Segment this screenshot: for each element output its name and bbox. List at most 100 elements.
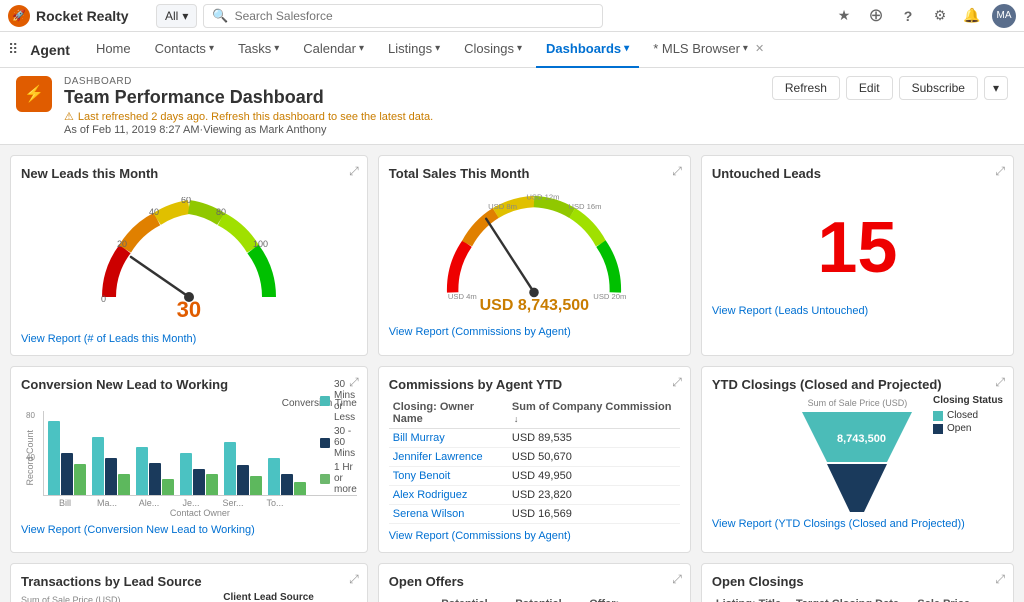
commission-name-bill[interactable]: Bill Murray [389, 429, 508, 448]
ytd-legend-open: Open [947, 423, 971, 434]
commission-value-alex: USD 23,820 [508, 486, 680, 505]
dashboard-info: As of Feb 11, 2019 8:27 AM·Viewing as Ma… [64, 124, 433, 136]
bar-bill-dark [61, 453, 73, 495]
svg-text:20: 20 [117, 239, 127, 249]
dashboard-actions: Refresh Edit Subscribe ▾ [772, 76, 1008, 100]
commissions-title: Commissions by Agent YTD [389, 377, 680, 392]
ytd-closings-expand-icon[interactable]: ⤢ [995, 375, 1005, 390]
commission-name-jennifer[interactable]: Jennifer Lawrence [389, 448, 508, 467]
transactions-expand-icon[interactable]: ⤢ [349, 572, 359, 587]
conversion-link[interactable]: View Report (Conversion New Lead to Work… [21, 524, 357, 536]
transactions-legend-title: Client Lead Source [223, 592, 357, 602]
tab-dashboards[interactable]: Dashboards ▾ [536, 32, 639, 68]
widget-transactions: Transactions by Lead Source ⤢ Sum of Sal… [10, 563, 368, 602]
open-offers-title: Open Offers [389, 574, 680, 589]
commissions-expand-icon[interactable]: ⤢ [672, 375, 682, 390]
widget-conversion: Conversion New Lead to Working ⤢ Record … [10, 366, 368, 553]
closings-col-price: Sale Price [913, 595, 1003, 602]
new-leads-expand-icon[interactable]: ⤢ [349, 164, 359, 179]
ytd-y-label: Sum of Sale Price (USD) [808, 398, 908, 408]
commission-value-bill: USD 89,535 [508, 429, 680, 448]
tab-calendar[interactable]: Calendar ▾ [293, 32, 374, 68]
table-row: Jennifer Lawrence USD 50,670 [389, 448, 680, 467]
dashboards-chevron-icon: ▾ [624, 43, 629, 54]
search-icon: 🔍 [212, 8, 228, 24]
new-leads-link[interactable]: View Report (# of Leads this Month) [21, 333, 357, 345]
closings-col-date: Target Closing Date [792, 595, 913, 602]
commission-name-alex[interactable]: Alex Rodriguez [389, 486, 508, 505]
svg-text:USD 4m: USD 4m [448, 292, 477, 301]
legend-dot-teal [320, 396, 330, 406]
ytd-legend-closed-dot [933, 411, 943, 421]
dashboard-header: ⚡ DASHBOARD Team Performance Dashboard ⚠… [0, 68, 1024, 145]
ytd-legend-title: Closing Status [933, 395, 1003, 406]
logo-icon: 🚀 [8, 5, 30, 27]
commission-value-serena: USD 16,569 [508, 505, 680, 524]
untouched-leads-expand-icon[interactable]: ⤢ [995, 164, 1005, 179]
listings-chevron-icon: ▾ [435, 43, 440, 54]
commission-value-tony: USD 49,950 [508, 467, 680, 486]
table-row: Alex Rodriguez USD 23,820 [389, 486, 680, 505]
ytd-closings-link[interactable]: View Report (YTD Closings (Closed and Pr… [712, 518, 1003, 530]
commissions-link[interactable]: View Report (Commissions by Agent) [389, 530, 680, 542]
warning-icon: ⚠ [64, 110, 74, 123]
conversion-title: Conversion New Lead to Working [21, 377, 357, 392]
tab-closings[interactable]: Closings ▾ [454, 32, 532, 68]
add-icon[interactable]: ⊕ [864, 4, 888, 28]
tab-tasks[interactable]: Tasks ▾ [228, 32, 289, 68]
total-sales-expand-icon[interactable]: ⤢ [672, 164, 682, 179]
subscribe-button[interactable]: Subscribe [899, 76, 978, 100]
commissions-col-name: Closing: Owner Name [389, 398, 508, 429]
commission-name-tony[interactable]: Tony Benoit [389, 467, 508, 486]
table-row: Serena Wilson USD 16,569 [389, 505, 680, 524]
closings-chevron-icon: ▾ [517, 43, 522, 54]
bar-group-ale [136, 447, 174, 495]
offers-col-closing: Closi... [636, 595, 680, 602]
table-row: Tony Benoit USD 49,950 [389, 467, 680, 486]
new-leads-gauge: 0 20 40 60 80 100 30 [21, 187, 357, 327]
tab-close-icon[interactable]: ✕ [755, 42, 764, 55]
open-offers-expand-icon[interactable]: ⤢ [672, 572, 682, 587]
refresh-button[interactable]: Refresh [772, 76, 840, 100]
bar-bill-green [74, 464, 86, 495]
help-icon[interactable]: ? [896, 4, 920, 28]
widget-open-offers: Open Offers ⤢ Listing Potential Buyer:..… [378, 563, 691, 602]
closings-col-title: Listing: Title [712, 595, 792, 602]
search-bar[interactable]: 🔍 [203, 4, 603, 28]
actions-dropdown-button[interactable]: ▾ [984, 76, 1008, 100]
open-closings-table: Listing: Title Target Closing Date Sale … [712, 595, 1003, 602]
tab-listings[interactable]: Listings ▾ [378, 32, 450, 68]
search-scope-dropdown[interactable]: All ▾ [156, 4, 197, 28]
search-input[interactable] [235, 9, 595, 23]
user-avatar[interactable]: MA [992, 4, 1016, 28]
offers-col-listing: Listing [389, 595, 437, 602]
dashboard-title: Team Performance Dashboard [64, 87, 433, 108]
ytd-legend-closed: Closed [947, 410, 978, 421]
tab-contacts[interactable]: Contacts ▾ [145, 32, 224, 68]
notifications-icon[interactable]: 🔔 [960, 4, 984, 28]
commission-value-jennifer: USD 50,670 [508, 448, 680, 467]
total-sales-value: USD 8,743,500 [480, 297, 589, 315]
dashboard-warning: ⚠ Last refreshed 2 days ago. Refresh thi… [64, 110, 433, 123]
untouched-leads-link[interactable]: View Report (Leads Untouched) [712, 305, 1003, 317]
svg-text:60: 60 [181, 197, 191, 205]
ytd-closings-title: YTD Closings (Closed and Projected) [712, 377, 1003, 392]
open-closings-expand-icon[interactable]: ⤢ [995, 572, 1005, 587]
bar-bill-teal [48, 421, 60, 495]
conversion-legend: 30 Mins or Less 30 - 60 Mins 1 Hr or mor… [320, 379, 357, 495]
mls-chevron-icon: ▾ [743, 43, 748, 54]
dashboard-label: DASHBOARD [64, 76, 433, 87]
total-sales-link[interactable]: View Report (Commissions by Agent) [389, 326, 680, 338]
settings-icon[interactable]: ⚙ [928, 4, 952, 28]
tab-mls-browser[interactable]: * MLS Browser ▾ ✕ [643, 32, 774, 68]
edit-button[interactable]: Edit [846, 76, 893, 100]
tab-home[interactable]: Home [86, 32, 141, 68]
bar-group-je [180, 453, 218, 495]
app-grid-icon[interactable]: ⠿ [8, 41, 18, 58]
svg-text:80: 80 [216, 207, 226, 217]
widget-commissions: Commissions by Agent YTD ⤢ Closing: Owne… [378, 366, 691, 553]
open-offers-table: Listing Potential Buyer:... Potential Bu… [389, 595, 680, 602]
commission-name-serena[interactable]: Serena Wilson [389, 505, 508, 524]
svg-text:40: 40 [149, 207, 159, 217]
favorites-icon[interactable]: ★ [832, 4, 856, 28]
